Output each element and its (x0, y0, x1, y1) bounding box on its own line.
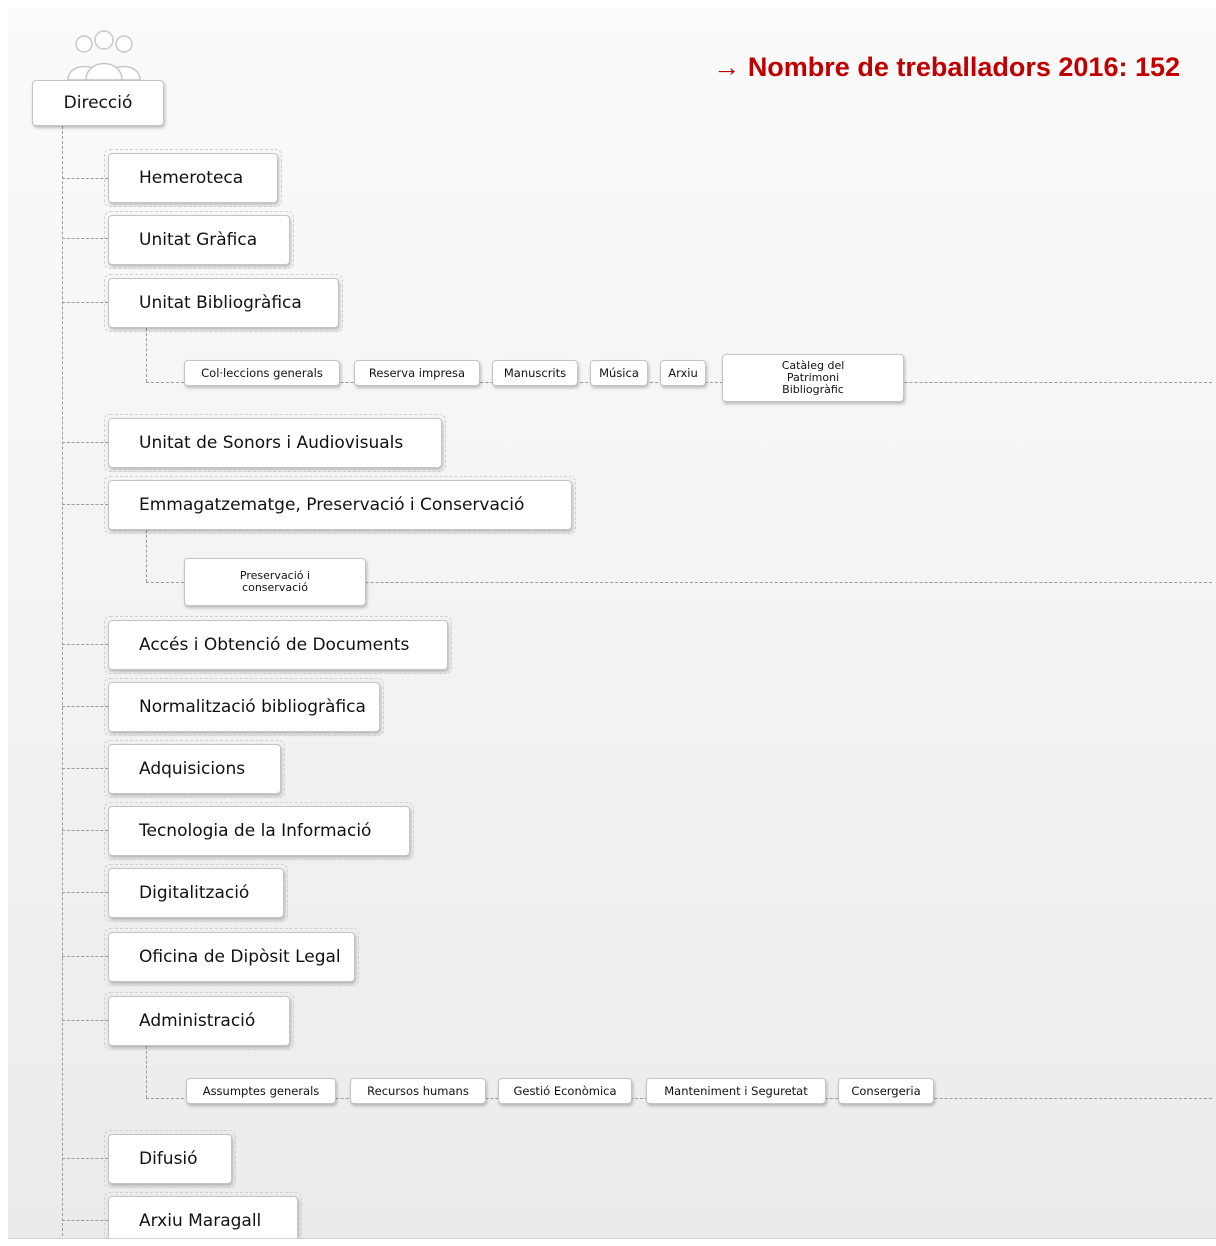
dept-node[interactable]: Digitalització (104, 864, 288, 922)
node-label: Reserva impresa (368, 366, 466, 380)
node-label: Unitat de Sonors i Audiovisuals (139, 433, 404, 453)
headline: → Nombre de treballadors 2016: 152 (713, 52, 1180, 83)
branch-line (62, 768, 108, 769)
branch-line (62, 504, 108, 505)
dept-node[interactable]: Unitat Gràfica (104, 211, 294, 269)
root-node[interactable]: Direcció (32, 80, 164, 126)
dept-node[interactable]: Adquisicions (104, 740, 285, 798)
headline-text: Nombre de treballadors 2016: 152 (747, 52, 1180, 82)
dept-node[interactable]: Unitat de Sonors i Audiovisuals (104, 414, 446, 472)
node-label: Accés i Obtenció de Documents (139, 635, 410, 655)
sub-node[interactable]: Manuscrits (492, 360, 578, 386)
sub-node[interactable]: Catàleg del Patrimoni Bibliogràfic (722, 354, 904, 402)
node-label: Gestió Econòmica (513, 1084, 617, 1098)
node-label: Normalització bibliogràfica (139, 697, 366, 717)
sub-node[interactable]: Preservació i conservació (184, 558, 366, 606)
branch-line (62, 706, 108, 707)
branch-line (62, 442, 108, 443)
org-chart: → Nombre de treballadors 2016: 152 Direc… (8, 8, 1216, 1239)
branch-line (62, 1220, 108, 1221)
dept-node[interactable]: Arxiu Maragall (104, 1192, 302, 1238)
node-label: Col·leccions generals (201, 366, 323, 380)
sub-trunk-line (146, 328, 147, 382)
node-label: Preservació i conservació (239, 569, 311, 594)
node-label: Oficina de Dipòsit Legal (139, 947, 341, 967)
dept-node[interactable]: Difusió (104, 1130, 236, 1188)
node-label: Difusió (139, 1149, 198, 1169)
sub-node[interactable]: Gestió Econòmica (498, 1078, 632, 1104)
node-label: Arxiu Maragall (139, 1211, 262, 1231)
node-label: Assumptes generals (202, 1084, 320, 1098)
node-label: Digitalització (139, 883, 250, 903)
branch-line (62, 956, 108, 957)
branch-line (62, 1020, 108, 1021)
sub-trunk-line (146, 1046, 147, 1098)
branch-line (62, 1158, 108, 1159)
node-label: Unitat Bibliogràfica (139, 293, 302, 313)
dept-node[interactable]: Tecnologia de la Informació (104, 802, 414, 860)
node-label: Tecnologia de la Informació (139, 821, 372, 841)
sub-node[interactable]: Arxiu (660, 360, 706, 386)
trunk-line (62, 126, 63, 1238)
sub-trunk-line (146, 530, 147, 582)
node-label: Catàleg del Patrimoni Bibliogràfic (781, 359, 845, 396)
sub-node[interactable]: Reserva impresa (354, 360, 480, 386)
branch-line (62, 302, 108, 303)
sub-node[interactable]: Recursos humans (350, 1078, 486, 1104)
sub-node[interactable]: Consergeria (838, 1078, 934, 1104)
node-label: Emmagatzematge, Preservació i Conservaci… (139, 495, 525, 515)
branch-line (62, 238, 108, 239)
branch-line (62, 644, 108, 645)
sub-node[interactable]: Assumptes generals (186, 1078, 336, 1104)
sub-node[interactable]: Col·leccions generals (184, 360, 340, 386)
dept-node[interactable]: Oficina de Dipòsit Legal (104, 928, 359, 986)
dept-node[interactable]: Accés i Obtenció de Documents (104, 616, 452, 674)
dept-node[interactable]: Normalització bibliogràfica (104, 678, 384, 736)
node-label: Recursos humans (367, 1084, 469, 1098)
node-label: Administració (139, 1011, 256, 1031)
node-label: Adquisicions (139, 759, 246, 779)
arrow-icon: → (713, 52, 741, 82)
node-label: Unitat Gràfica (139, 230, 258, 250)
branch-line (62, 178, 108, 179)
dept-node[interactable]: Administració (104, 992, 294, 1050)
people-icon (67, 30, 141, 80)
node-label: Manuscrits (503, 366, 567, 380)
dept-node[interactable]: Hemeroteca (104, 149, 282, 207)
branch-line (62, 830, 108, 831)
sub-node[interactable]: Manteniment i Seguretat (646, 1078, 826, 1104)
sub-node[interactable]: Música (590, 360, 648, 386)
node-label: Direcció (63, 93, 133, 113)
branch-line (62, 892, 108, 893)
node-label: Arxiu (668, 366, 698, 380)
dept-node[interactable]: Emmagatzematge, Preservació i Conservaci… (104, 476, 576, 534)
node-label: Manteniment i Seguretat (664, 1084, 808, 1098)
dept-node[interactable]: Unitat Bibliogràfica (104, 274, 343, 332)
node-label: Consergeria (851, 1084, 921, 1098)
node-label: Música (599, 366, 639, 380)
node-label: Hemeroteca (139, 168, 244, 188)
